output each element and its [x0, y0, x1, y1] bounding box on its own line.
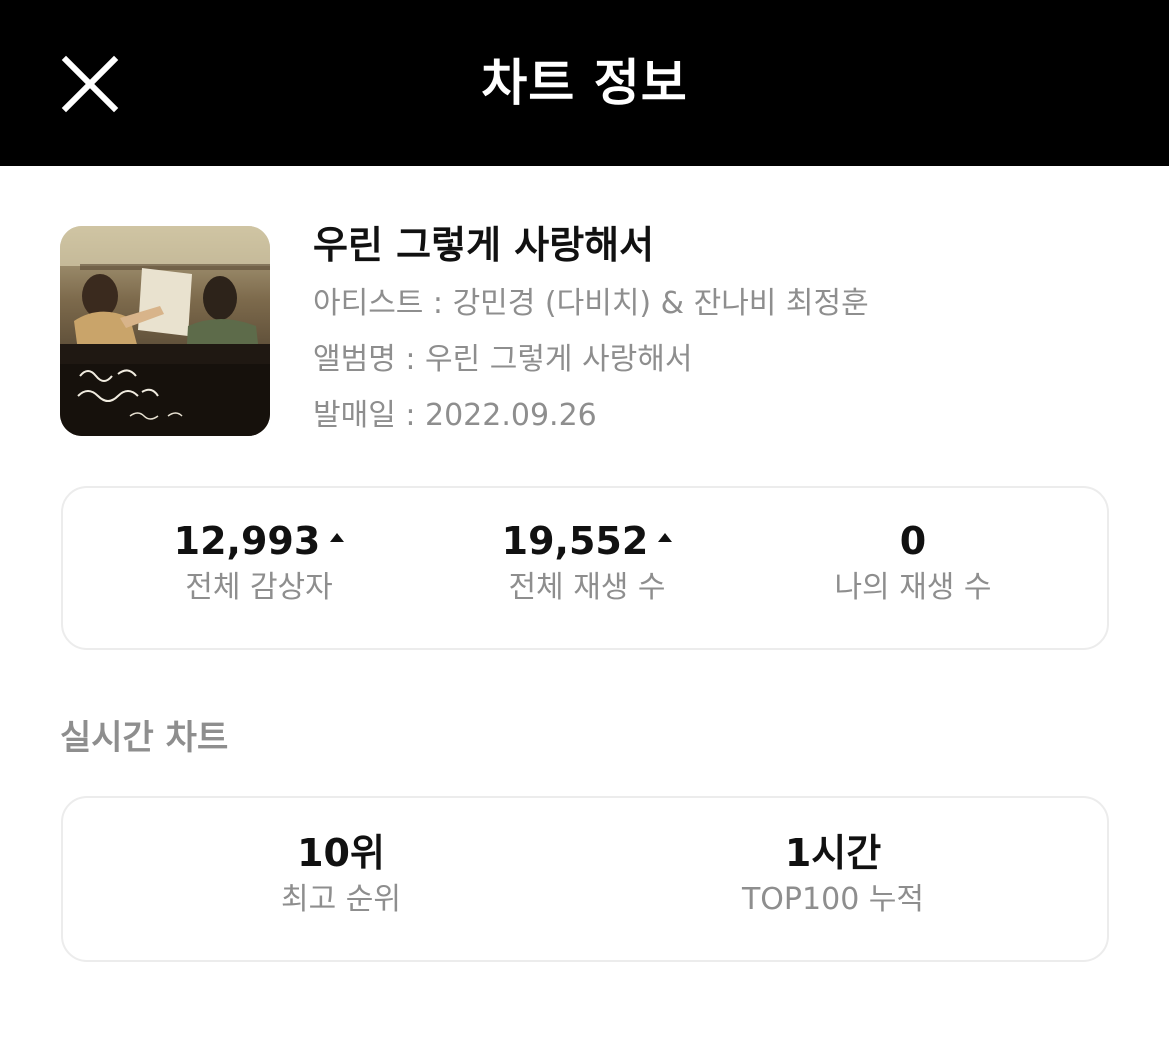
header-bar: 차트 정보: [0, 0, 1169, 166]
stat-label: TOP100 누적: [741, 882, 925, 917]
stat-value: 0: [899, 519, 927, 563]
stat-total-plays: 19,552 전체 재생 수: [487, 518, 687, 608]
stats-card: 12,993 전체 감상자 19,552 전체 재생 수 0 나의 재생 수: [61, 486, 1109, 650]
stat-label: 전체 감상자: [185, 570, 333, 605]
song-info: 우린 그렇게 사랑해서 아티스트 : 강민경 (다비치) & 잔나비 최정훈 앨…: [313, 214, 1133, 444]
up-arrow-icon: [330, 533, 345, 542]
stat-label: 나의 재생 수: [834, 570, 992, 605]
song-title: 우린 그렇게 사랑해서: [313, 223, 655, 267]
stat-value: 19,552: [501, 519, 649, 563]
stat-total-listeners: 12,993 전체 감상자: [159, 518, 359, 608]
realtime-chart-card: 10위 최고 순위 1시간 TOP100 누적: [61, 796, 1109, 962]
stat-label: 전체 재생 수: [508, 570, 666, 605]
stat-value: 1시간: [784, 831, 882, 875]
up-arrow-icon: [658, 533, 673, 542]
stat-my-plays: 0 나의 재생 수: [813, 518, 1013, 608]
stat-value: 12,993: [173, 519, 321, 563]
album-line: 앨범명 : 우린 그렇게 사랑해서: [313, 342, 693, 377]
top100-duration: 1시간 TOP100 누적: [693, 830, 973, 920]
stat-value: 10위: [297, 831, 385, 875]
release-date-line: 발매일 : 2022.09.26: [313, 398, 597, 433]
page-title: 차트 정보: [481, 54, 688, 112]
artist-line: 아티스트 : 강민경 (다비치) & 잔나비 최정훈: [313, 286, 869, 321]
album-cover: [60, 226, 270, 436]
best-rank: 10위 최고 순위: [221, 830, 461, 920]
stat-label: 최고 순위: [281, 882, 401, 917]
realtime-chart-heading: 실시간 차트: [60, 718, 229, 758]
